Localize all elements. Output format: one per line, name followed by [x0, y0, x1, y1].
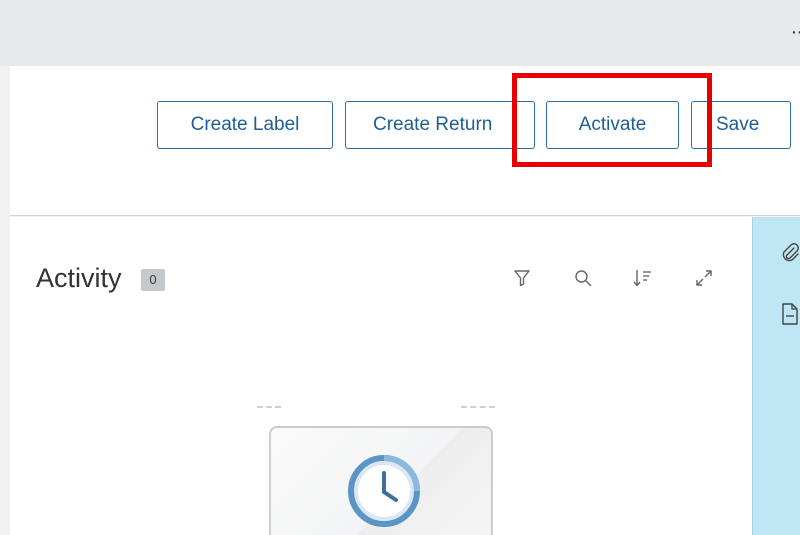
- paperclip-icon[interactable]: [778, 241, 800, 265]
- sort-icon[interactable]: [630, 265, 656, 291]
- left-edge: [0, 0, 10, 535]
- record-header: Create Label Create Return Activate Save: [10, 66, 800, 216]
- clock-icon: [348, 455, 420, 527]
- create-return-button[interactable]: Create Return: [345, 101, 535, 149]
- activity-title: Activity: [36, 263, 122, 293]
- more-icon[interactable]: ··: [791, 22, 800, 42]
- create-label-button[interactable]: Create Label: [157, 101, 333, 149]
- app-window: ·· Create Label Create Return Activate S…: [0, 0, 800, 535]
- activity-panel: Activity 0: [10, 217, 752, 535]
- decorative-dash: [461, 406, 495, 408]
- document-icon[interactable]: [778, 302, 800, 326]
- save-button[interactable]: Save: [691, 101, 791, 149]
- empty-state-card: [269, 426, 493, 535]
- search-icon[interactable]: [570, 265, 596, 291]
- activate-button[interactable]: Activate: [546, 101, 679, 149]
- right-sidebar: [752, 217, 800, 535]
- activity-count-badge: 0: [141, 269, 165, 291]
- expand-icon[interactable]: [691, 265, 717, 291]
- filter-icon[interactable]: [509, 265, 535, 291]
- decorative-dash: [257, 406, 281, 408]
- top-bar: ··: [0, 0, 800, 66]
